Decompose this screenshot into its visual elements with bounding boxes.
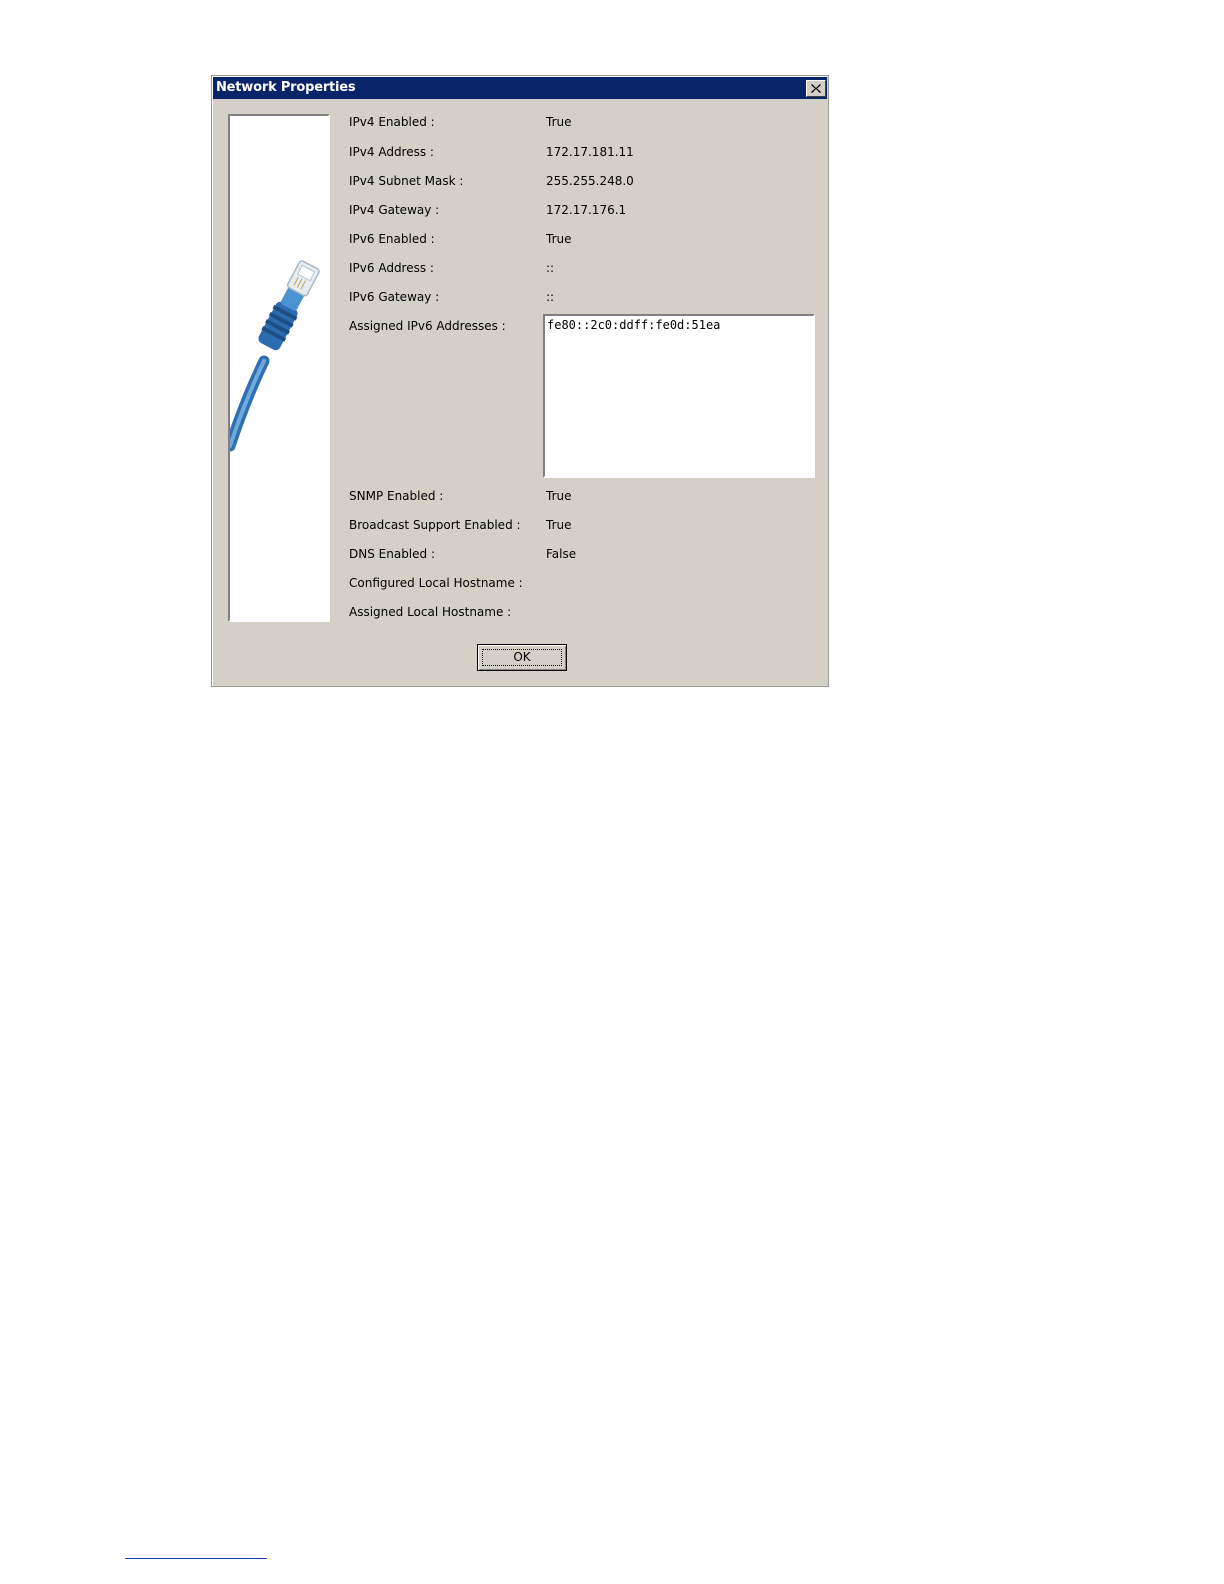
snmp-enabled-label: SNMP Enabled :	[349, 489, 444, 503]
close-button[interactable]	[806, 80, 826, 97]
ipv4-gateway-label: IPv4 Gateway :	[349, 203, 440, 217]
cable-image-panel	[228, 114, 330, 622]
ipv4-address-value: 172.17.181.11	[546, 145, 634, 159]
ok-button[interactable]: OK	[477, 644, 567, 671]
ipv6-address-value: ::	[546, 261, 555, 275]
ipv6-enabled-value: True	[546, 232, 572, 246]
ipv4-enabled-value: True	[546, 115, 572, 129]
ipv4-subnet-mask-label: IPv4 Subnet Mask :	[349, 174, 464, 188]
footnote-rule	[125, 1558, 267, 1559]
assigned-ipv6-label: Assigned IPv6 Addresses :	[349, 319, 506, 333]
ipv4-gateway-value: 172.17.176.1	[546, 203, 627, 217]
assigned-hostname-label: Assigned Local Hostname :	[349, 605, 512, 619]
ipv6-address-label: IPv6 Address :	[349, 261, 434, 275]
network-properties-dialog: Network Properties IPv4 Enabled: True I…	[211, 75, 829, 687]
dialog-title: Network Properties	[216, 80, 356, 95]
snmp-enabled-value: True	[546, 489, 572, 503]
ipv6-gateway-label: IPv6 Gateway :	[349, 290, 440, 304]
close-x-icon	[811, 84, 821, 93]
dns-enabled-value: False	[546, 547, 577, 561]
ipv4-address-label: IPv4 Address :	[349, 145, 434, 159]
broadcast-support-label: Broadcast Support Enabled :	[349, 518, 521, 532]
list-item[interactable]: fe80::2c0:ddff:fe0d:51ea	[547, 318, 811, 333]
ethernet-cable-icon	[230, 260, 320, 452]
dns-enabled-label: DNS Enabled :	[349, 547, 435, 561]
configured-hostname-label: Configured Local Hostname :	[349, 576, 523, 590]
assigned-ipv6-list[interactable]: fe80::2c0:ddff:fe0d:51ea	[543, 314, 815, 478]
ipv4-subnet-mask-value: 255.255.248.0	[546, 174, 634, 188]
ipv6-gateway-value: ::	[546, 290, 555, 304]
broadcast-support-value: True	[546, 518, 572, 532]
ipv6-enabled-label: IPv6 Enabled :	[349, 232, 435, 246]
ok-label: OK	[513, 650, 531, 664]
ipv4-enabled-label: IPv4 Enabled :	[349, 115, 435, 129]
title-bar[interactable]: Network Properties	[213, 77, 827, 99]
